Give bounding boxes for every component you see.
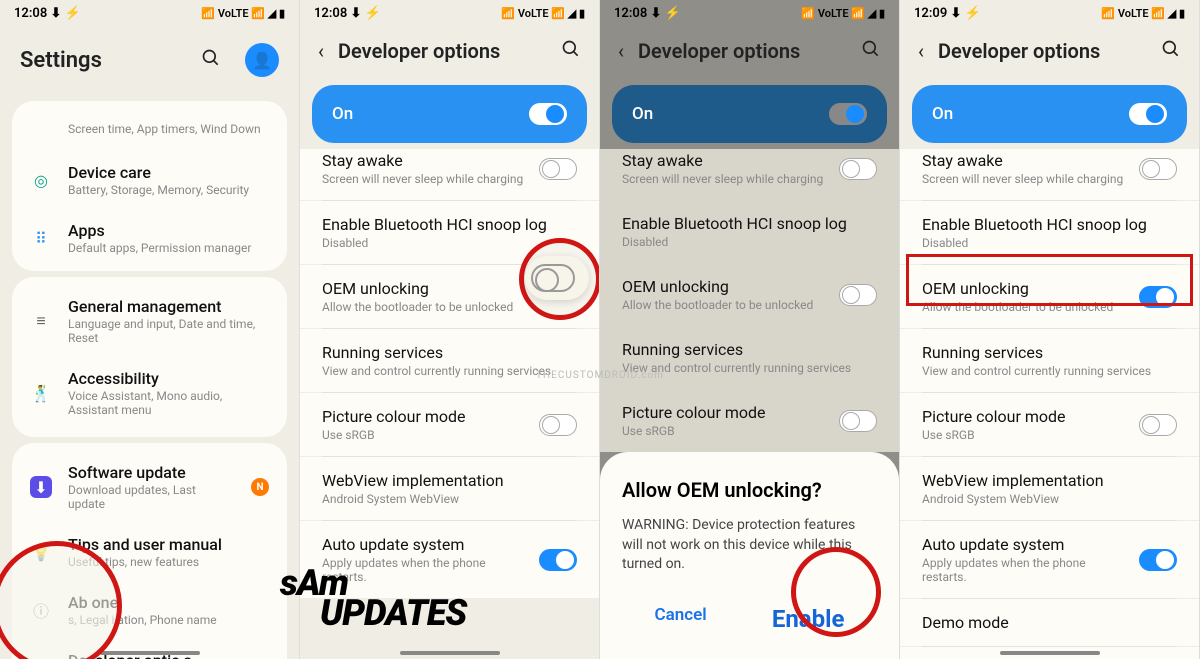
master-toggle-switch[interactable] (1129, 103, 1167, 125)
master-toggle[interactable]: On (912, 85, 1187, 143)
phone-2-dev-options: 12:08 ⬇ ⚡ 📶 VoLTE 📶 ◢ ▮ ‹ Developer opti… (300, 0, 600, 659)
status-bar: 12:08 ⬇ ⚡ 📶 VoLTE 📶 ◢ ▮ (0, 0, 299, 27)
dev-picture-colour[interactable]: Picture colour modeUse sRGB (900, 393, 1199, 456)
status-bar: 12:08 ⬇ ⚡ 📶 VoLTE 📶 ◢ ▮ (600, 0, 899, 27)
auto-update-toggle[interactable] (1139, 549, 1177, 571)
status-bar: 12:08 ⬇ ⚡ 📶 VoLTE 📶 ◢ ▮ (300, 0, 599, 27)
setting-about-phone[interactable]: ⓘ Ab one s, Legal i ation, Phone name (12, 581, 287, 639)
home-indicator[interactable] (1000, 651, 1100, 655)
apps-icon: ⠿ (30, 227, 52, 249)
search-icon[interactable] (561, 39, 581, 63)
page-title: Developer options (638, 39, 847, 63)
dev-options-list: Stay awakeScreen will never sleep while … (900, 149, 1199, 659)
master-toggle[interactable]: On (312, 85, 587, 143)
setting-apps[interactable]: ⠿ AppsDefault apps, Permission manager (12, 209, 287, 267)
dialog-title: Allow OEM unlocking? (622, 478, 877, 502)
device-care-icon: ◎ (30, 169, 52, 191)
settings-group-3: ⬇ Software updateDownload updates, Last … (12, 443, 287, 659)
picture-colour-toggle[interactable] (1139, 414, 1177, 436)
phone-4-oem-enabled: 12:09 ⬇ ⚡ 📶 VoLTE 📶 ◢ ▮ ‹ Developer opti… (900, 0, 1200, 659)
about-icon: ⓘ (30, 599, 52, 621)
tips-icon: 💡 (30, 541, 52, 563)
dev-webview[interactable]: WebView implementationAndroid System Web… (300, 457, 599, 520)
page-title: Settings (20, 48, 187, 73)
back-icon[interactable]: ‹ (618, 39, 624, 63)
setting-accessibility[interactable]: 🕺 AccessibilityVoice Assistant, Mono aud… (12, 357, 287, 429)
cancel-button[interactable]: Cancel (639, 597, 723, 641)
dev-stay-awake[interactable]: Stay awakeScreen will never sleep while … (900, 149, 1199, 200)
oem-unlocking-toggle[interactable] (1139, 286, 1177, 308)
back-icon[interactable]: ‹ (318, 39, 324, 63)
dev-bluetooth-hci[interactable]: Enable Bluetooth HCI snoop logDisabled (900, 201, 1199, 264)
setting-tips[interactable]: 💡 Tips and user manualUseful tips, new f… (12, 523, 287, 581)
phone-1-settings: 12:08 ⬇ ⚡ 📶 VoLTE 📶 ◢ ▮ Settings 👤 Scree… (0, 0, 300, 659)
dev-demo-mode[interactable]: Demo mode (900, 599, 1199, 646)
master-toggle: On (612, 85, 887, 143)
dev-header: ‹ Developer options (900, 27, 1199, 79)
dev-bluetooth-hci: Enable Bluetooth HCI snoop logDisabled (600, 200, 899, 263)
home-indicator[interactable] (100, 651, 200, 655)
search-icon[interactable] (1161, 39, 1181, 63)
avatar[interactable]: 👤 (245, 43, 279, 77)
dev-running-services[interactable]: Running servicesView and control current… (300, 329, 599, 392)
setting-device-care[interactable]: ◎ Device careBattery, Storage, Memory, S… (12, 151, 287, 209)
dev-stay-awake[interactable]: Stay awakeScreen will never sleep while … (300, 149, 599, 200)
setting-developer-options[interactable]: { } Developer optic sDeveloper options (12, 639, 287, 659)
home-indicator[interactable] (400, 651, 500, 655)
settings-group-2: ≡ General managementLanguage and input, … (12, 277, 287, 437)
picture-colour-toggle[interactable] (539, 414, 577, 436)
dev-oem-unlocking[interactable]: OEM unlockingAllow the bootloader to be … (900, 265, 1199, 328)
dev-picture-colour: Picture colour modeUse sRGB (600, 389, 899, 452)
page-title: Developer options (938, 39, 1147, 63)
oem-unlock-dialog: Allow OEM unlocking? WARNING: Device pro… (600, 452, 899, 659)
dev-auto-update[interactable]: Auto update systemApply updates when the… (900, 521, 1199, 598)
oem-toggle-enlarged (525, 256, 589, 300)
dev-running-services[interactable]: Running servicesView and control current… (900, 329, 1199, 392)
dev-oem-unlocking: OEM unlockingAllow the bootloader to be … (600, 263, 899, 326)
setting-general-management[interactable]: ≡ General managementLanguage and input, … (12, 285, 287, 357)
master-toggle-switch (829, 103, 867, 125)
search-icon[interactable] (861, 39, 881, 63)
notification-badge: N (251, 478, 269, 496)
dev-picture-colour[interactable]: Picture colour modeUse sRGB (300, 393, 599, 456)
back-icon[interactable]: ‹ (918, 39, 924, 63)
setting-software-update[interactable]: ⬇ Software updateDownload updates, Last … (12, 451, 287, 523)
settings-header: Settings 👤 (0, 27, 299, 95)
settings-group-1: Screen time, App timers, Wind Down ◎ Dev… (12, 101, 287, 271)
dev-webview[interactable]: WebView implementationAndroid System Web… (900, 457, 1199, 520)
page-title: Developer options (338, 39, 547, 63)
dev-header: ‹ Developer options (300, 27, 599, 79)
watermark: THECUSTOMDROID.com (536, 370, 664, 381)
dialog-body: WARNING: Device protection features will… (622, 516, 877, 575)
dev-options-list: Stay awakeScreen will never sleep while … (600, 149, 899, 452)
auto-update-toggle[interactable] (539, 549, 577, 571)
phone-3-dialog: 12:08 ⬇ ⚡ 📶 VoLTE 📶 ◢ ▮ ‹ Developer opti… (600, 0, 900, 659)
search-icon[interactable] (201, 48, 221, 72)
master-toggle-switch[interactable] (529, 103, 567, 125)
stay-awake-toggle[interactable] (1139, 158, 1177, 180)
setting-digital-wellbeing[interactable]: Screen time, App timers, Wind Down (12, 105, 287, 151)
dev-stay-awake: Stay awakeScreen will never sleep while … (600, 149, 899, 200)
sam-updates-logo: sAmUPDATES (280, 568, 466, 629)
stay-awake-toggle[interactable] (539, 158, 577, 180)
status-bar: 12:09 ⬇ ⚡ 📶 VoLTE 📶 ◢ ▮ (900, 0, 1199, 27)
dev-header: ‹ Developer options (600, 27, 899, 79)
accessibility-icon: 🕺 (30, 382, 52, 404)
dev-bluetooth-hci[interactable]: Enable Bluetooth HCI snoop logDisabled (300, 201, 599, 264)
software-update-icon: ⬇ (30, 476, 52, 498)
enable-button[interactable]: Enable (756, 597, 861, 641)
general-mgmt-icon: ≡ (30, 310, 52, 332)
